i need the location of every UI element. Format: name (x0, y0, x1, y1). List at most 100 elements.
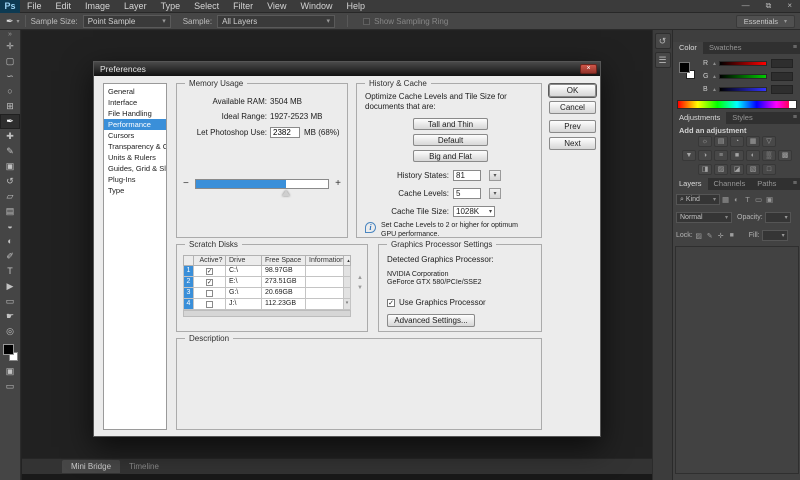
menu-view[interactable]: View (260, 0, 293, 13)
workspace-switcher[interactable]: Essentials ▾ (735, 14, 795, 28)
nav-performance[interactable]: Performance (104, 119, 166, 130)
nav-file-handling[interactable]: File Handling (104, 108, 166, 119)
brightness-contrast-icon[interactable]: ☼ (698, 136, 712, 147)
gradient-tool[interactable]: ▤ (0, 204, 20, 219)
foreground-color-swatch[interactable] (679, 62, 690, 73)
marquee-tool[interactable]: ▢ (0, 54, 20, 69)
tab-adjustments[interactable]: Adjustments (673, 112, 727, 124)
tall-and-thin-button[interactable]: Tall and Thin (413, 118, 488, 130)
nav-type[interactable]: Type (104, 185, 166, 196)
filter-adjustment-layers-icon[interactable]: ◐ (731, 195, 742, 204)
menu-select[interactable]: Select (187, 0, 226, 13)
tab-mini-bridge[interactable]: Mini Bridge (62, 460, 121, 473)
menu-filter[interactable]: Filter (226, 0, 260, 13)
horizontal-scrollbar[interactable] (183, 310, 351, 317)
slider-thumb[interactable] (281, 190, 290, 196)
show-sampling-ring-checkbox[interactable] (363, 17, 371, 25)
color-balance-icon[interactable]: ◑ (698, 150, 712, 161)
menu-file[interactable]: File (20, 0, 49, 13)
panel-menu-icon[interactable]: ≡ (789, 178, 800, 190)
menu-image[interactable]: Image (78, 0, 117, 13)
cache-levels-field[interactable]: 5 (453, 188, 481, 199)
tab-color[interactable]: Color (673, 42, 703, 54)
nav-interface[interactable]: Interface (104, 97, 166, 108)
slider-plus[interactable]: + (335, 178, 341, 189)
nav-cursors[interactable]: Cursors (104, 130, 166, 141)
red-slider[interactable] (718, 61, 767, 66)
color-lookup-icon[interactable]: ▒ (762, 150, 776, 161)
type-tool[interactable]: T (0, 264, 20, 279)
lock-position-icon[interactable]: ✛ (716, 232, 726, 240)
red-value-field[interactable] (770, 59, 793, 68)
foreground-color-swatch[interactable] (3, 344, 14, 355)
table-row[interactable]: 2 ✓ E:\ 273.51GB (183, 277, 351, 288)
scrollbar-down-icon[interactable]: ▾ (344, 299, 351, 310)
lock-transparency-icon[interactable]: ▨ (694, 232, 704, 240)
menu-type[interactable]: Type (154, 0, 188, 13)
ok-button[interactable]: OK (549, 84, 596, 97)
properties-panel-icon[interactable]: ☰ (654, 52, 671, 68)
selective-color-icon[interactable]: ▧ (746, 164, 760, 175)
menu-edit[interactable]: Edit (49, 0, 79, 13)
memory-amount-input[interactable] (270, 127, 300, 138)
dodge-tool[interactable]: ◐ (0, 234, 20, 249)
panel-menu-icon[interactable]: ≡ (789, 112, 800, 124)
opacity-field[interactable]: ▾ (764, 212, 791, 223)
table-row[interactable]: 4 J:\ 112.23GB ▾ (183, 299, 351, 310)
layer-filter-kind-dropdown[interactable]: ⌕ Kind ▾ (676, 194, 720, 205)
active-checkbox[interactable]: ✓ (206, 267, 213, 275)
cancel-button[interactable]: Cancel (549, 101, 596, 114)
invert-icon[interactable]: ▩ (778, 150, 792, 161)
quick-mask-button[interactable]: ▣ (0, 364, 20, 379)
minimize-button[interactable]: — (734, 1, 758, 11)
slider-track[interactable] (195, 179, 329, 196)
menu-layer[interactable]: Layer (117, 0, 154, 13)
toolbar-collapse-chevron-icon[interactable]: » (0, 30, 20, 39)
levels-icon[interactable]: ▤ (714, 136, 728, 147)
table-row[interactable]: 3 G:\ 20.69GB (183, 288, 351, 299)
color-panel-swatches[interactable] (678, 61, 700, 83)
big-and-flat-button[interactable]: Big and Flat (413, 150, 488, 162)
tab-styles[interactable]: Styles (726, 112, 758, 124)
exposure-icon[interactable]: ▦ (746, 136, 760, 147)
menu-window[interactable]: Window (293, 0, 339, 13)
zoom-tool[interactable]: ◎ (0, 324, 20, 339)
hue-saturation-icon[interactable]: ▼ (682, 150, 696, 161)
blue-value-field[interactable] (770, 85, 793, 94)
filter-pixel-layers-icon[interactable]: ▦ (720, 195, 731, 204)
prev-button[interactable]: Prev (549, 120, 596, 133)
photo-filter-icon[interactable]: ■ (730, 150, 744, 161)
tab-swatches[interactable]: Swatches (703, 42, 748, 54)
cache-tile-size-dropdown[interactable]: 1028K ▾ (453, 206, 495, 217)
default-button[interactable]: Default (413, 134, 488, 146)
screen-mode-button[interactable]: ▭ (0, 379, 20, 394)
active-checkbox[interactable]: ✓ (206, 278, 213, 286)
white-chip[interactable] (789, 101, 796, 108)
tab-channels[interactable]: Channels (708, 178, 752, 190)
quick-selection-tool[interactable]: ○ (0, 84, 20, 99)
lasso-tool[interactable]: ∽ (0, 69, 20, 84)
black-white-icon[interactable]: ≡ (714, 150, 728, 161)
close-button[interactable]: × (779, 1, 800, 11)
eyedropper-tool[interactable]: ✒ (0, 114, 20, 129)
advanced-settings-button[interactable]: Advanced Settings... (387, 314, 475, 327)
scrollbar-track[interactable] (344, 288, 351, 299)
active-checkbox[interactable] (206, 289, 213, 297)
tab-paths[interactable]: Paths (751, 178, 782, 190)
healing-brush-tool[interactable]: ✚ (0, 129, 20, 144)
history-states-field[interactable]: 81 (453, 170, 481, 181)
gradient-map-icon[interactable]: ◪ (730, 164, 744, 175)
nav-units-rulers[interactable]: Units & Rulers (104, 152, 166, 163)
crop-tool[interactable]: ⊞ (0, 99, 20, 114)
use-gpu-checkbox[interactable]: ✓ (387, 298, 395, 307)
green-slider[interactable] (718, 74, 767, 79)
filter-type-layers-icon[interactable]: T (742, 195, 753, 204)
posterize-icon[interactable]: ◨ (698, 164, 712, 175)
eyedropper-tool-icon[interactable]: ✒ (0, 16, 17, 27)
nav-guides-grid-slices[interactable]: Guides, Grid & Slices (104, 163, 166, 174)
history-states-spinner[interactable]: ▾ (489, 170, 501, 181)
clone-stamp-tool[interactable]: ▣ (0, 159, 20, 174)
shape-tool[interactable]: ▭ (0, 294, 20, 309)
foreground-background-swatches[interactable] (0, 342, 21, 364)
move-disk-down-button[interactable]: ▼ (357, 285, 363, 291)
